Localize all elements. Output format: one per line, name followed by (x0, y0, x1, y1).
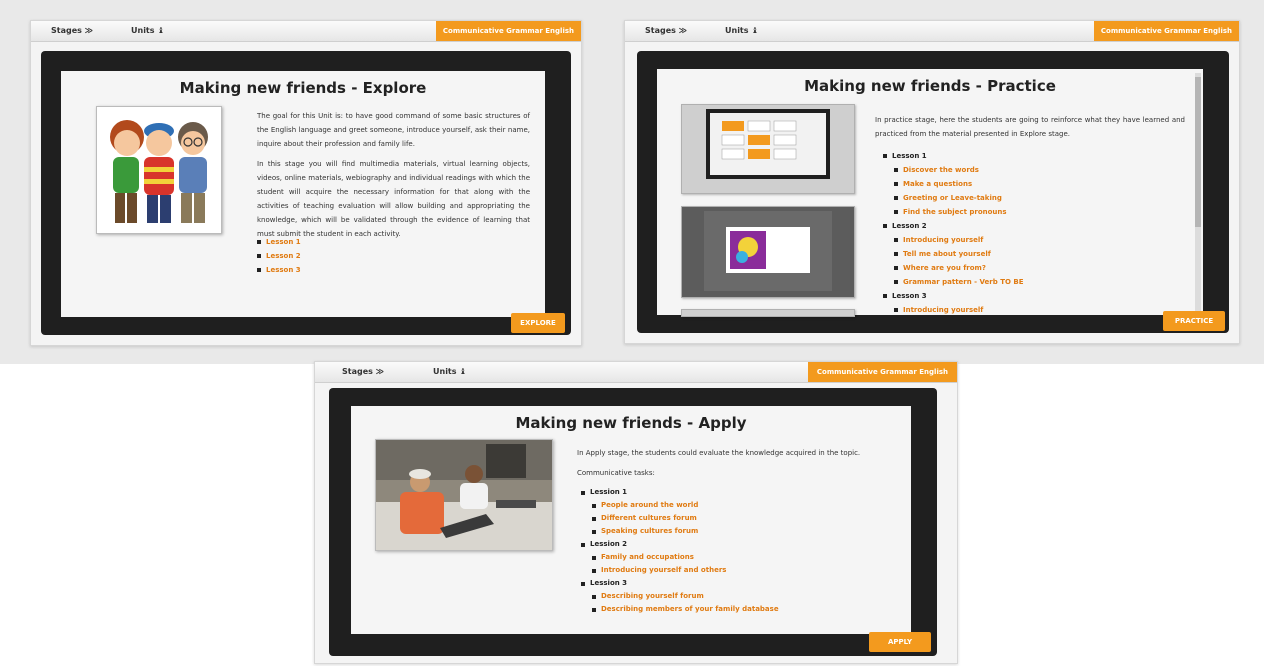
lesson-link[interactable]: Lesson 3 (257, 263, 301, 277)
top-navigation-bar: Stages ≫ Units ♝ Communicative Grammar E… (625, 21, 1239, 42)
practice-screen: Stages ≫ Units ♝ Communicative Grammar E… (624, 20, 1240, 344)
lesson-heading: Lesson 3 (883, 289, 1023, 303)
activity-link[interactable]: Greeting or Leave-taking (894, 191, 1023, 205)
activity-link[interactable]: Introducing yourself (894, 233, 1023, 247)
apply-lesson-list: Lession 1 People around the world Differ… (581, 486, 779, 616)
practice-lesson-list: Lesson 1 Discover the words Make a quest… (883, 149, 1023, 317)
activity-link[interactable]: Find the subject pronouns (894, 205, 1023, 219)
units-menu[interactable]: Units ♝ (131, 26, 164, 35)
activity-link[interactable]: Where are you from? (894, 261, 1023, 275)
course-title-tab[interactable]: Communicative Grammar English (807, 362, 957, 382)
activity-thumbnail (681, 104, 855, 194)
apply-intro: In Apply stage, the students could evalu… (577, 449, 861, 457)
communicative-tasks-label: Communicative tasks: (577, 469, 655, 477)
page-title: Making new friends - Practice (804, 77, 1056, 95)
goal-paragraph: The goal for this Unit is: to have good … (257, 112, 530, 148)
page-title: Making new friends - Explore (179, 79, 427, 97)
lesson-link[interactable]: Lesson 1 (257, 235, 301, 249)
task-link[interactable]: Introducing yourself and others (592, 564, 779, 577)
activity-link[interactable]: Make a questions (894, 177, 1023, 191)
task-link[interactable]: Family and occupations (592, 551, 779, 564)
lesson-heading: Lesson 2 (883, 219, 1023, 233)
stage-frame: Making new friends - Practice In practic… (637, 51, 1229, 333)
stage-content: Making new friends - Explore The goal fo… (61, 71, 545, 317)
materials-paragraph: In this stage you will find multimedia m… (257, 160, 530, 238)
lesson-link[interactable]: Lesson 2 (257, 249, 301, 263)
units-menu[interactable]: Units ♝ (433, 367, 466, 376)
course-title-tab[interactable]: Communicative Grammar English (435, 21, 581, 41)
apply-screen: Stages ≫ Units ♝ Communicative Grammar E… (314, 361, 958, 664)
explore-button[interactable]: EXPLORE (511, 313, 565, 333)
video-thumbnail (681, 206, 855, 298)
task-link[interactable]: Speaking cultures forum (592, 525, 779, 538)
stage-content: Making new friends - Apply In Apply stag… (351, 406, 911, 634)
lesson-list: Lesson 1 Lesson 2 Lesson 3 (257, 235, 301, 277)
task-link[interactable]: Different cultures forum (592, 512, 779, 525)
course-title-tab[interactable]: Communicative Grammar English (1093, 21, 1239, 41)
lesson-heading: Lession 1 (581, 486, 779, 499)
stage-frame: Making new friends - Explore The goal fo… (41, 51, 571, 335)
practice-intro: In practice stage, here the students are… (875, 116, 1185, 138)
stages-menu[interactable]: Stages ≫ (342, 367, 384, 376)
activity-link[interactable]: Introducing yourself (894, 303, 1023, 317)
stage-frame: Making new friends - Apply In Apply stag… (329, 388, 937, 656)
apply-button[interactable]: APPLY (869, 632, 931, 652)
students-photo (375, 439, 553, 551)
activity-link[interactable]: Tell me about yourself (894, 247, 1023, 261)
scrollbar-thumb[interactable] (1195, 77, 1201, 227)
activity-link[interactable]: Grammar pattern - Verb TO BE (894, 275, 1023, 289)
activity-thumbnail-partial (681, 309, 855, 317)
top-navigation-bar: Stages ≫ Units ♝ Communicative Grammar E… (315, 362, 957, 383)
top-navigation-bar: Stages ≫ Units ♝ Communicative Grammar E… (31, 21, 581, 42)
friends-cartoon-image (96, 106, 222, 234)
task-link[interactable]: Describing members of your family databa… (592, 603, 779, 616)
page-title: Making new friends - Apply (515, 414, 747, 432)
lesson-heading: Lesson 1 (883, 149, 1023, 163)
explore-description: The goal for this Unit is: to have good … (257, 109, 530, 247)
units-menu[interactable]: Units ♝ (725, 26, 758, 35)
stages-menu[interactable]: Stages ≫ (645, 26, 687, 35)
explore-screen: Stages ≫ Units ♝ Communicative Grammar E… (30, 20, 582, 346)
practice-button[interactable]: PRACTICE (1163, 311, 1225, 331)
stage-content: Making new friends - Practice In practic… (657, 69, 1203, 317)
scrollbar[interactable] (1195, 73, 1201, 313)
stages-menu[interactable]: Stages ≫ (51, 26, 93, 35)
task-link[interactable]: Describing yourself forum (592, 590, 779, 603)
lesson-heading: Lession 3 (581, 577, 779, 590)
task-link[interactable]: People around the world (592, 499, 779, 512)
lesson-heading: Lession 2 (581, 538, 779, 551)
activity-link[interactable]: Discover the words (894, 163, 1023, 177)
